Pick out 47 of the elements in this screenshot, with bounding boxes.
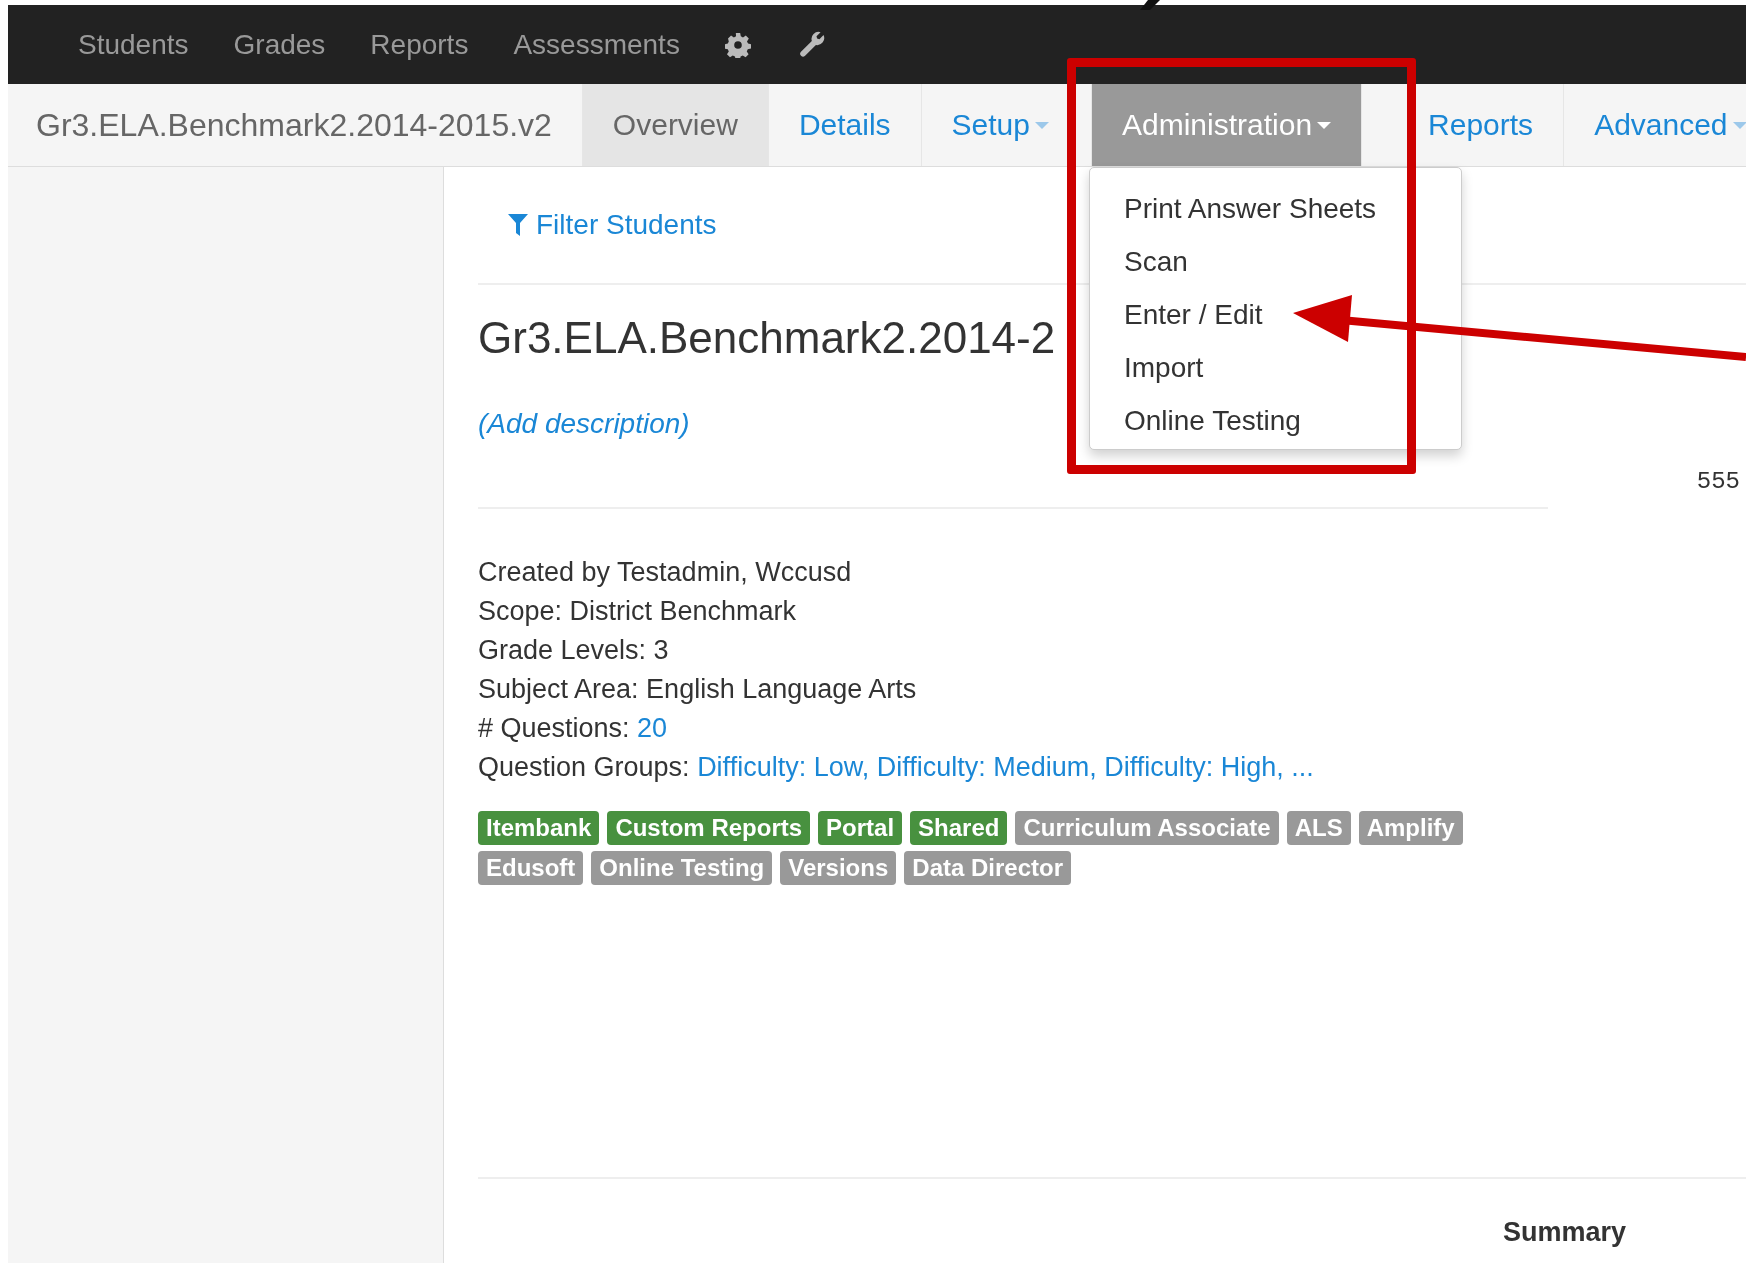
detail-line: Grade Levels: 3 — [478, 634, 670, 667]
tag-label: Shared — [910, 811, 1008, 845]
filter-students-link[interactable]: Filter Students — [508, 209, 717, 241]
nav-tab[interactable]: Administration — [1091, 84, 1362, 166]
annotation-stroke — [1140, 0, 1160, 10]
nav-link[interactable]: Students — [78, 28, 189, 61]
menu-item[interactable]: Online Testing — [1124, 394, 1301, 447]
menu-item[interactable]: Enter / Edit — [1124, 288, 1263, 341]
menu-item[interactable]: Scan — [1124, 235, 1188, 288]
detail-line: # Questions: 20 — [478, 712, 669, 745]
tag-label: Edusoft — [478, 851, 584, 885]
detail-line: Created by Testadmin, Wccusd — [478, 556, 853, 589]
detail-link[interactable]: Difficulty: Low, Difficulty: Medium, Difficulty: High, ... — [697, 752, 1314, 782]
tag-label: Portal — [818, 811, 903, 845]
caret-icon — [1732, 121, 1746, 129]
menu-item[interactable]: Print Answer Sheets — [1124, 182, 1377, 235]
filter-icon — [508, 214, 528, 236]
detail-line: Question Groups: Difficulty: Low, Difficulty: Medium, Difficulty: High, ... — [478, 751, 1315, 784]
count-text: 555 — [1696, 468, 1740, 495]
tag-label: Data Director — [904, 851, 1071, 885]
section-heading: Summary — [1503, 1217, 1628, 1248]
page-title: Gr3.ELA.Benchmark2.2014-2 — [478, 313, 1056, 363]
nav-link[interactable]: Grades — [233, 28, 326, 61]
nav-tab[interactable]: Advanced — [1563, 84, 1746, 166]
assessment-title: Gr3.ELA.Benchmark2.2014-2015.v2 — [35, 105, 553, 145]
nav-link[interactable]: Assessments — [513, 28, 680, 61]
caret-icon — [1317, 121, 1332, 129]
detail-line: Scope: District Benchmark — [478, 595, 798, 628]
caret-icon — [1035, 121, 1049, 129]
add-description-link[interactable]: (Add description) — [478, 408, 690, 440]
tag-label: Itembank — [478, 811, 600, 845]
menu-item[interactable]: Import — [1124, 341, 1204, 394]
detail-link[interactable]: 20 — [637, 713, 668, 743]
wrench-icon[interactable] — [798, 30, 827, 59]
nav-link[interactable]: Reports — [370, 28, 469, 61]
nav-tab[interactable]: Overview — [581, 84, 768, 166]
tag-label: ALS — [1286, 811, 1351, 845]
nav-tab[interactable]: Details — [767, 84, 921, 166]
tag-label: Online Testing — [591, 851, 773, 885]
tag-label: Custom Reports — [607, 811, 811, 845]
tag-label: Amplify — [1358, 811, 1463, 845]
settings-icon[interactable] — [724, 31, 751, 58]
nav-tab[interactable]: Reports — [1361, 84, 1564, 166]
tag-label: Curriculum Associate — [1015, 811, 1279, 845]
nav-tab[interactable]: Setup — [920, 84, 1079, 166]
tag-label: Versions — [780, 851, 897, 885]
detail-line: Subject Area: English Language Arts — [478, 673, 918, 706]
